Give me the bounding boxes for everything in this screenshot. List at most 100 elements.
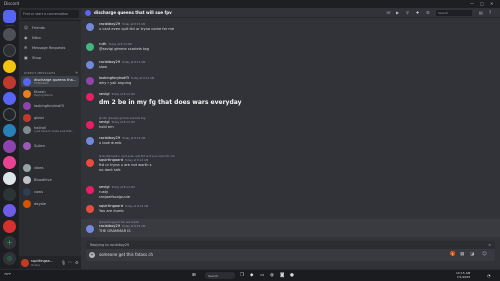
dm-item[interactable]: lookingforyksdf3 <box>21 100 79 111</box>
notification-icon[interactable]: ◔ <box>487 273 491 278</box>
server-icon[interactable] <box>3 172 16 185</box>
conversation-search-input[interactable]: Find or start a conversation <box>21 10 79 18</box>
avatar[interactable] <box>86 93 94 101</box>
explore-icon[interactable]: ◎ <box>3 252 16 265</box>
avatar[interactable] <box>86 205 94 213</box>
add-server-icon[interactable]: + <box>3 236 16 249</box>
message-text: @sevlgi gimme scarlets tag <box>99 47 149 51</box>
avatar[interactable] <box>86 186 94 194</box>
message-author[interactable]: squirtingaard Today at 8:14 AM <box>99 204 148 208</box>
browser-icon[interactable]: ◍ <box>270 273 274 278</box>
gift-icon[interactable]: 🎁 <box>450 252 456 257</box>
message-text: no dont talk <box>99 168 121 172</box>
message-author[interactable]: racistboy29 Today at 8:13 AM <box>99 22 145 26</box>
dm-item[interactable]: cows <box>21 186 79 197</box>
server-icon[interactable] <box>3 76 16 89</box>
server-icon[interactable] <box>3 44 16 57</box>
nav-nitro[interactable]: ◉ Nitro <box>22 33 79 42</box>
member-list-icon[interactable]: ☰ <box>426 10 430 15</box>
emoji-icon[interactable]: ☺ <box>482 252 487 257</box>
avatar[interactable] <box>86 23 94 31</box>
message-author[interactable]: squirtingaard Today at 8:14 AM <box>99 158 148 162</box>
sticker-icon[interactable]: ◪ <box>470 252 474 257</box>
dm-name: lookingforyksdf3 <box>34 103 64 108</box>
app-icon[interactable]: ● <box>290 273 294 278</box>
nav-label: Message Requests <box>32 45 66 50</box>
avatar <box>23 141 31 150</box>
message-author[interactable]: sevlgi Today at 8:14 AM <box>99 185 135 189</box>
dm-item[interactable]: Ktrash Playing Roblox <box>21 88 79 99</box>
dm-item[interactable]: Sullen <box>21 140 79 151</box>
server-icon[interactable] <box>3 220 16 233</box>
message-author[interactable]: racistboy29 Today at 8:15 AM <box>99 224 145 228</box>
inbox-icon[interactable]: ▤ <box>479 10 483 15</box>
gif-icon[interactable]: ▦ <box>460 252 464 257</box>
avatar[interactable] <box>86 43 94 51</box>
chat-header: discharge queens that will sue fpv ☏ ▶ ⚲… <box>81 8 500 18</box>
message-author[interactable]: racistboy29 Today at 8:14 AM <box>99 136 145 140</box>
taskview-icon[interactable]: ❐ <box>240 273 244 278</box>
dm-name: vibes <box>34 165 44 170</box>
server-icon[interactable] <box>3 28 16 41</box>
message-author[interactable]: ruth Today at 8:13 AM <box>99 42 132 46</box>
add-friends-icon[interactable]: ✚ <box>416 10 419 15</box>
dm-item[interactable]: vibes <box>21 162 79 173</box>
timestamp: Today at 8:14 AM <box>111 92 135 96</box>
message-author[interactable]: sevlgi Today at 8:14 AM <box>99 120 135 124</box>
create-dm-button[interactable]: + <box>75 70 78 75</box>
dm-item[interactable]: hailroll I just have to make sure that... <box>21 124 79 135</box>
deafen-icon[interactable]: ◠ <box>68 260 72 265</box>
message-composer[interactable]: + someone get this fatass ch 🎁 ▦ ◪ ☺ <box>86 249 495 261</box>
dm-item[interactable]: glotzi <box>21 112 79 123</box>
nav-message-requests[interactable]: ✉ Message Requests <box>22 43 79 52</box>
dm-item[interactable]: deyste <box>21 198 79 209</box>
nav-shop[interactable]: ▣ Shop <box>22 53 79 62</box>
minimize-button[interactable]: — <box>470 1 474 6</box>
help-icon[interactable]: ? <box>489 10 491 15</box>
video-icon[interactable]: ▶ <box>396 10 399 15</box>
avatar[interactable] <box>86 137 94 145</box>
dm-item[interactable]: discharge queens tha... 5 Members <box>21 76 79 87</box>
mute-icon[interactable]: 🎙 <box>61 260 66 265</box>
divider <box>19 20 81 21</box>
nav-friends[interactable]: ☺ Friends <box>22 23 79 32</box>
server-icon[interactable] <box>3 60 16 73</box>
avatar <box>23 175 31 184</box>
folder-icon[interactable]: ▭ <box>260 273 264 278</box>
maximize-button[interactable]: □ <box>480 1 484 6</box>
avatar[interactable] <box>86 77 94 85</box>
discord-taskbar-icon[interactable]: ◙ <box>280 273 284 278</box>
server-icon[interactable] <box>3 124 16 137</box>
message-author[interactable]: sevlgi Today at 8:14 AM <box>99 92 135 96</box>
user-avatar[interactable] <box>21 259 29 267</box>
server-icon[interactable] <box>3 140 16 153</box>
system-clock[interactable]: 10:15 AM 7/1/2025 <box>456 271 470 279</box>
dm-item[interactable]: Bloodhive <box>21 174 79 185</box>
server-icon[interactable] <box>3 156 16 169</box>
start-menu-icon[interactable]: ⊞ <box>192 273 196 278</box>
message-input[interactable]: someone get this fatass ch <box>99 252 153 257</box>
close-button[interactable]: ✕ <box>490 1 493 6</box>
message-author[interactable]: lookingforyksdf3 Today at 8:13 AM <box>99 76 154 80</box>
weather-widget[interactable]: 79°F <box>4 272 11 276</box>
taskbar-search[interactable]: Search <box>205 272 235 279</box>
app-icon[interactable]: ◆ <box>250 273 253 278</box>
avatar[interactable] <box>86 61 94 69</box>
server-icon[interactable] <box>3 92 16 105</box>
call-icon[interactable]: ☏ <box>386 10 391 15</box>
pinned-icon[interactable]: ⚲ <box>406 10 409 15</box>
cancel-reply-icon[interactable]: ✕ <box>488 243 491 247</box>
avatar[interactable] <box>86 159 94 167</box>
attach-plus-icon[interactable]: + <box>89 252 95 258</box>
message-text: ttd ur tryna u are not worth s <box>99 163 152 167</box>
server-icon[interactable] <box>3 188 16 201</box>
settings-gear-icon[interactable]: ⚙ <box>75 260 79 265</box>
avatar[interactable] <box>86 225 94 233</box>
chat-search-input[interactable]: Search <box>436 10 472 16</box>
message-author[interactable]: racistboy29 Today at 8:13 AM <box>99 60 145 64</box>
avatar[interactable] <box>86 121 94 129</box>
discord-home-icon[interactable] <box>3 10 16 23</box>
dm-subtitle: 5 Members <box>34 82 49 85</box>
server-icon[interactable] <box>3 108 16 121</box>
server-icon[interactable] <box>3 204 16 217</box>
